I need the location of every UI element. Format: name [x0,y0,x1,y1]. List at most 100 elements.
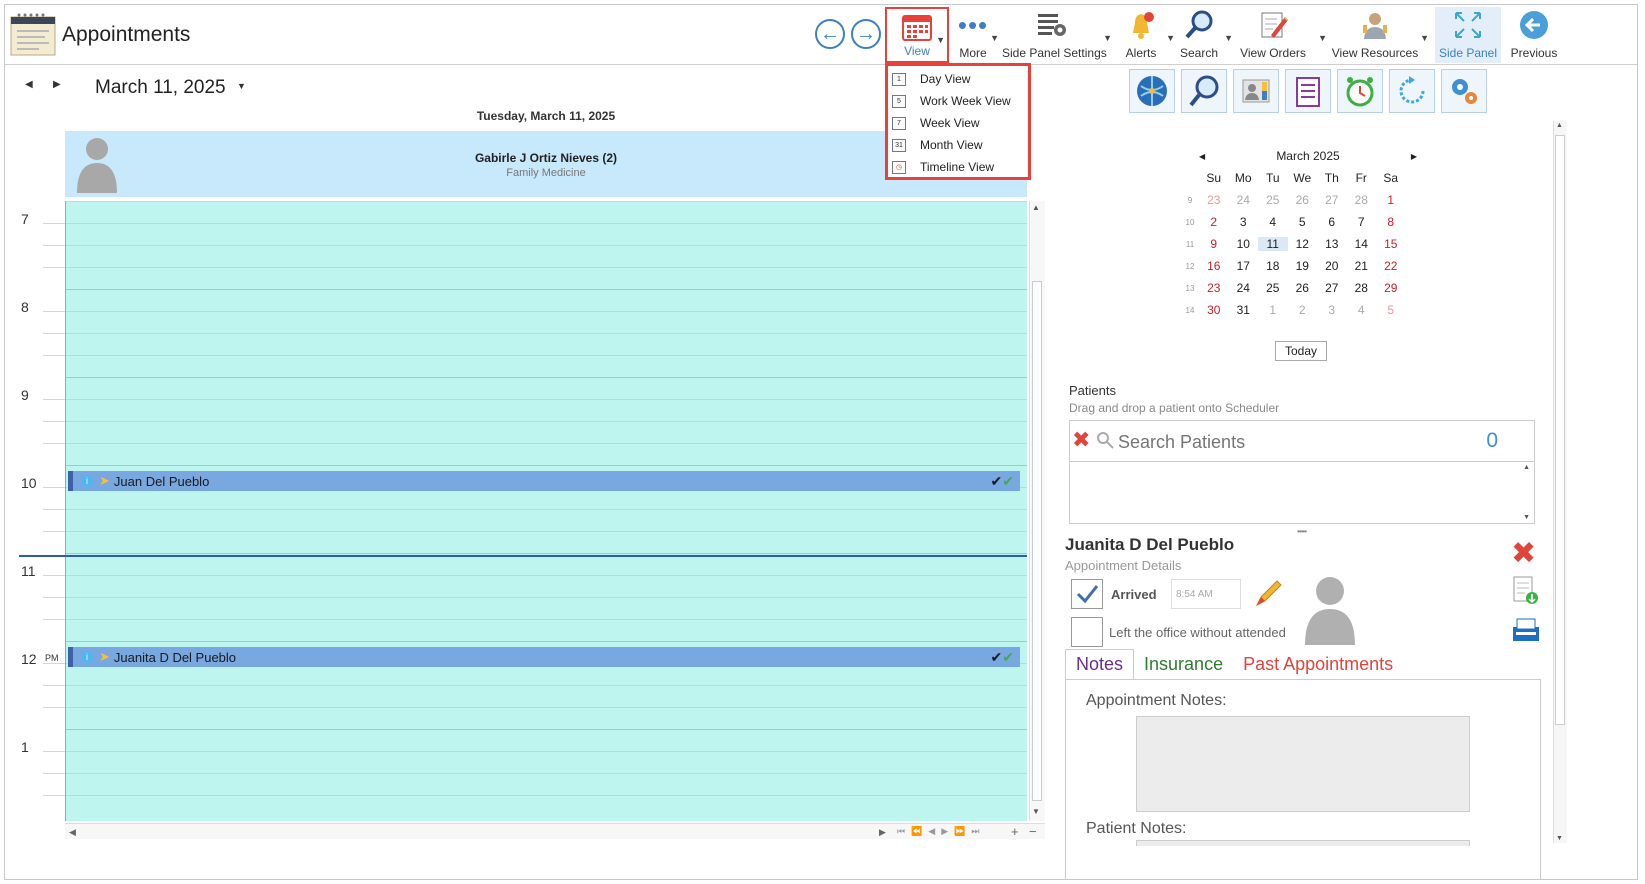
navigator-buttons-icon[interactable]: ⏮⏪◀▶⏩⏭ [897,826,985,837]
calendar-day[interactable]: 5 [1288,215,1318,229]
more-button[interactable]: ••• ▼ More [951,7,999,63]
appointment-notes-textarea[interactable] [1136,716,1470,812]
calendar-day[interactable]: 28 [1347,281,1377,295]
arrived-time-field[interactable]: 8:54 AM [1171,579,1241,609]
search-patient-icon[interactable] [1181,69,1227,113]
calendar-day[interactable]: 1 [1376,193,1406,207]
calendar-day[interactable]: 17 [1229,259,1259,273]
calendar-day[interactable]: 10 [1229,237,1259,251]
calendar-day[interactable]: 26 [1288,193,1318,207]
menu-item-month-view[interactable]: 31 Month View [888,134,1028,156]
document-download-icon[interactable] [1511,575,1539,610]
calendar-day[interactable]: 14 [1347,237,1377,251]
menu-item-timeline-view[interactable]: ◷ Timeline View [888,156,1028,178]
calendar-day[interactable]: 4 [1258,215,1288,229]
menu-item-week-view[interactable]: 7 Week View [888,112,1028,134]
next-month-arrow-icon[interactable]: ▶ [1411,152,1417,161]
calendar-day[interactable]: 30 [1199,303,1229,317]
previous-button[interactable]: Previous [1507,7,1561,63]
calendar-day[interactable]: 22 [1376,259,1406,273]
view-resources-button[interactable]: ▼ View Resources [1331,7,1429,63]
tab-past-appointments[interactable]: Past Appointments [1233,649,1403,679]
scroll-up-icon[interactable]: ▲ [1032,203,1040,212]
calendar-day[interactable]: 3 [1229,215,1259,229]
calendar-day[interactable]: 27 [1317,193,1347,207]
calendar-day[interactable]: 5 [1376,303,1406,317]
calendar-day[interactable]: 7 [1347,215,1377,229]
date-dropdown-icon[interactable]: ▼ [237,81,246,91]
calendar-day[interactable]: 6 [1317,215,1347,229]
edit-pencil-icon[interactable] [1253,577,1285,616]
alarm-clock-icon[interactable] [1337,69,1383,113]
scroll-down-icon[interactable]: ▼ [1523,514,1530,521]
calendar-day[interactable]: 3 [1317,303,1347,317]
zoom-out-icon[interactable]: − [1029,824,1037,839]
menu-item-work-week-view[interactable]: 5 Work Week View [888,90,1028,112]
calendar-day[interactable]: 12 [1288,237,1318,251]
contact-card-icon[interactable] [1233,69,1279,113]
calendar-day[interactable]: 20 [1317,259,1347,273]
calendar-day[interactable]: 23 [1199,193,1229,207]
view-button[interactable]: ▼ View [885,7,949,63]
prev-date-arrow-icon[interactable]: ◀ [25,79,33,90]
refresh-icon[interactable] [1389,69,1435,113]
calendar-day[interactable]: 15 [1376,237,1406,251]
search-patients-input[interactable] [1118,429,1458,455]
scroll-down-icon[interactable]: ▼ [1032,807,1040,816]
calendar-day[interactable]: 26 [1288,281,1318,295]
calendar-day[interactable]: 11 [1258,237,1288,251]
info-icon[interactable]: i [81,475,93,487]
scheduler-horizontal-scrollbar[interactable]: ◀ ▶ ⏮⏪◀▶⏩⏭ + − [65,823,1045,839]
view-orders-button[interactable]: ▼ View Orders [1235,7,1327,63]
calendar-day[interactable]: 16 [1199,259,1229,273]
calendar-day[interactable]: 1 [1258,303,1288,317]
scroll-left-icon[interactable]: ◀ [69,827,76,838]
patient-notes-textarea[interactable] [1136,840,1470,846]
calendar-day[interactable]: 31 [1229,303,1259,317]
forward-arrow-button[interactable]: → [851,19,881,49]
side-panel-scrollbar[interactable]: ▲ ▼ [1553,121,1567,843]
patient-list[interactable]: ▲ ▼ [1069,462,1535,524]
scroll-right-icon[interactable]: ▶ [879,827,886,838]
calendar-day[interactable]: 8 [1376,215,1406,229]
calendar-day[interactable]: 24 [1229,193,1259,207]
side-panel-settings-button[interactable]: ▼ Side Panel Settings [1002,7,1112,63]
calendar-day[interactable]: 21 [1347,259,1377,273]
prev-month-arrow-icon[interactable]: ◀ [1199,152,1205,161]
calendar-day[interactable]: 28 [1347,193,1377,207]
calendar-day[interactable]: 4 [1347,303,1377,317]
calendar-day[interactable]: 9 [1199,237,1229,251]
menu-item-day-view[interactable]: 1 Day View [888,68,1028,90]
tab-insurance[interactable]: Insurance [1134,649,1233,679]
left-without-attended-checkbox[interactable] [1071,617,1103,647]
clear-x-icon[interactable]: ✖ [1072,427,1090,453]
scroll-thumb[interactable] [1555,135,1565,725]
alerts-button[interactable]: ▼ Alerts [1119,7,1175,63]
search-button[interactable]: ▼ Search [1177,7,1233,63]
scroll-up-icon[interactable]: ▲ [1523,464,1530,471]
calendar-day[interactable]: 2 [1199,215,1229,229]
current-date-label[interactable]: March 11, 2025 [95,77,226,99]
scheduler-vertical-scrollbar[interactable]: ▲ ▼ [1029,201,1045,821]
calendar-day[interactable]: 25 [1258,193,1288,207]
calendar-day[interactable]: 19 [1288,259,1318,273]
splitter-handle-icon[interactable]: ••••• [1297,527,1307,536]
appointment-bar[interactable]: i ➤ Juanita D Del Pueblo ✔✔ [68,647,1020,667]
scroll-thumb[interactable] [1032,281,1042,801]
day-time-grid[interactable]: i ➤ Juan Del Pueblo ✔✔ i ➤ Juanita D Del… [65,201,1027,821]
calendar-day[interactable]: 29 [1376,281,1406,295]
tab-notes[interactable]: Notes [1065,649,1135,679]
arrived-checkbox[interactable] [1071,579,1103,609]
scanner-icon[interactable] [1511,615,1541,650]
zoom-in-icon[interactable]: + [1011,824,1019,839]
calendar-day[interactable]: 23 [1199,281,1229,295]
scroll-up-icon[interactable]: ▲ [1556,122,1563,129]
today-button[interactable]: Today [1275,341,1327,361]
back-arrow-button[interactable]: ← [815,19,845,49]
side-panel-button[interactable]: Side Panel [1435,7,1501,63]
calendar-day[interactable]: 2 [1288,303,1318,317]
calendar-day[interactable]: 24 [1229,281,1259,295]
calendar-day[interactable]: 18 [1258,259,1288,273]
globe-network-icon[interactable] [1129,69,1175,113]
settings-gears-icon[interactable] [1441,69,1487,113]
